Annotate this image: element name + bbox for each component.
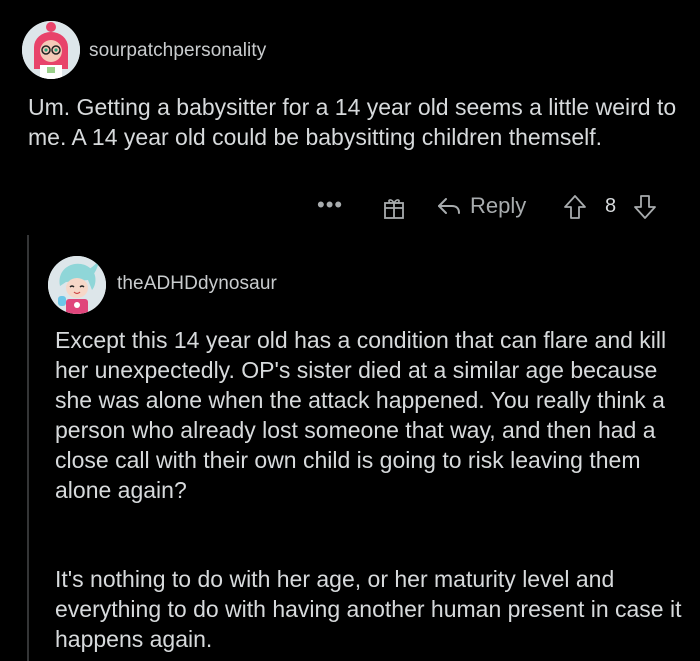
reply-icon xyxy=(438,198,460,214)
upvote-icon xyxy=(564,195,586,219)
award-button[interactable] xyxy=(382,196,406,220)
avatar[interactable] xyxy=(48,256,106,314)
username[interactable]: theADHDdynosaur xyxy=(117,273,277,295)
downvote-icon xyxy=(634,195,656,219)
comment-actions: ••• Reply 8 xyxy=(300,190,680,224)
comment-paragraph: It's nothing to do with her age, or her … xyxy=(55,566,682,652)
downvote-button[interactable] xyxy=(632,194,658,220)
upvote-button[interactable] xyxy=(562,194,588,220)
avatar[interactable] xyxy=(22,21,80,79)
vote-score: 8 xyxy=(605,195,617,217)
comment-thread: sourpatchpersonality Um. Getting a babys… xyxy=(0,0,700,661)
more-icon: ••• xyxy=(317,192,344,217)
reply-button[interactable]: Reply xyxy=(436,193,526,219)
award-icon xyxy=(384,199,404,219)
comment-body: Um. Getting a babysitter for a 14 year o… xyxy=(28,94,677,150)
username[interactable]: sourpatchpersonality xyxy=(89,40,266,62)
user-avatar-icon xyxy=(48,256,106,314)
reply-label: Reply xyxy=(470,193,527,218)
user-avatar-icon xyxy=(22,21,80,79)
thread-collapse-line[interactable] xyxy=(27,235,29,661)
more-options-button[interactable]: ••• xyxy=(317,192,344,217)
comment-paragraph: Except this 14 year old has a condition … xyxy=(55,327,667,503)
